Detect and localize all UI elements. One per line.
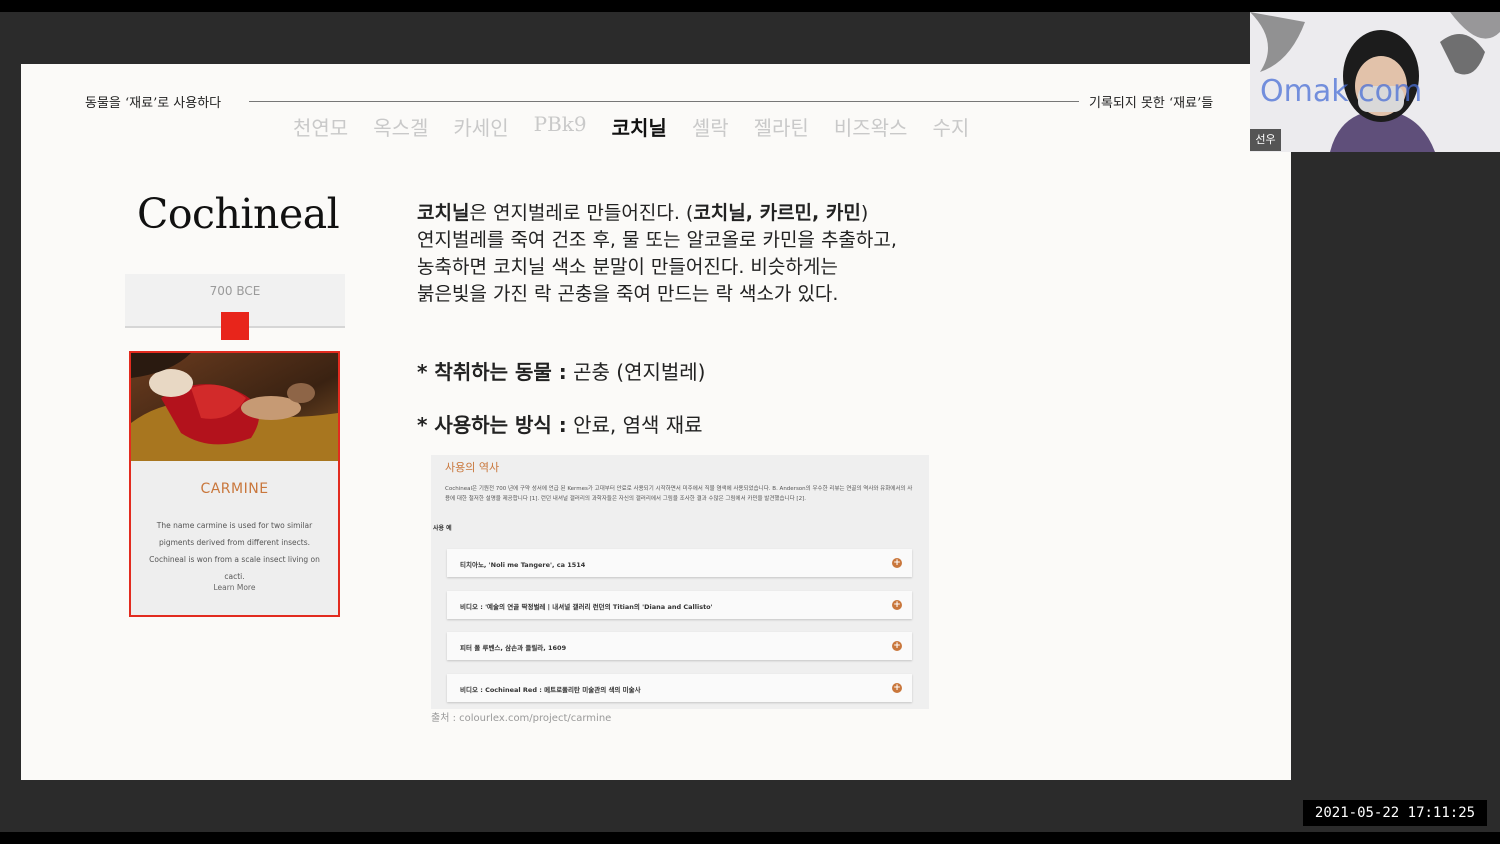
tab-natural-hair[interactable]: 천연모 (293, 112, 348, 141)
tab-ox-gall[interactable]: 옥스겔 (373, 112, 428, 141)
plus-icon[interactable]: + (892, 683, 902, 693)
carmine-card[interactable]: CARMINE The name carmine is used for two… (129, 351, 340, 617)
source-caption: 출처 : colourlex.com/project/carmine (431, 713, 612, 724)
tab-gelatin[interactable]: 젤라틴 (754, 112, 809, 141)
learn-more-link[interactable]: Learn More (131, 583, 338, 592)
timeline: 700 BCE (125, 274, 345, 340)
body-line-4: 붉은빛을 가진 락 곤충을 죽여 만드는 락 색소가 있다. (417, 283, 839, 305)
plus-icon[interactable]: + (892, 641, 902, 651)
material-tabs: 천연모 옥스겔 카세인 PBk9 코치닐 셸락 젤라틴 비즈왁스 수지 (293, 112, 994, 141)
history-heading: 사용의 역사 (445, 461, 500, 474)
header-divider (249, 101, 1079, 102)
page-title: Cochineal (137, 190, 340, 238)
tab-cochineal[interactable]: 코치닐 (612, 112, 667, 141)
accordion-item[interactable]: 비디오 : Cochineal Red : 메트로폴리탄 미술관의 색의 미술사… (447, 674, 912, 702)
embedded-screenshot: 사용의 역사 Cochineal은 기원전 700 년에 구약 성서에 언급 된… (431, 455, 929, 709)
header-right: 기록되지 못한 ‘재료’들 (1089, 96, 1214, 111)
body-line-1: 코치닐은 연지벌레로 만들어진다. (코치닐, 카르민, 카민) (417, 202, 869, 224)
body-line-3: 농축하면 코치닐 색소 분말이 만들어진다. 비슷하게는 (417, 256, 838, 278)
timeline-label: 700 BCE (209, 284, 261, 298)
timeline-marker[interactable] (221, 312, 249, 340)
body-line-2: 연지벌레를 죽여 건조 후, 물 또는 알코올로 카민을 추출하고, (417, 229, 897, 251)
history-description: Cochineal은 기원전 700 년에 구약 성서에 언급 된 Kermes… (445, 486, 913, 502)
header-left: 동물을 ‘재료’로 사용하다 (85, 96, 222, 111)
body-text: 코치닐은 연지벌레로 만들어진다. (코치닐, 카르민, 카민) 연지벌레를 죽… (417, 200, 897, 308)
examples-subheading: 사용 예 (433, 525, 452, 532)
accordion-item[interactable]: 피터 폴 루벤스, 삼손과 들릴라, 1609 + (447, 632, 912, 660)
plus-icon[interactable]: + (892, 558, 902, 568)
webcam-overlay-text: Omak com (1260, 74, 1423, 109)
tab-resin[interactable]: 수지 (932, 112, 969, 141)
painting-image (131, 353, 338, 461)
bottom-letterbox (0, 832, 1500, 844)
card-title: CARMINE (200, 481, 269, 497)
accordion-item[interactable]: 티치아노, 'Noli me Tangere', ca 1514 + (447, 549, 912, 577)
tab-casein[interactable]: 카세인 (453, 112, 508, 141)
bullet-usage-method: * 사용하는 방식 : 안료, 염색 재료 (417, 413, 703, 437)
plus-icon[interactable]: + (892, 600, 902, 610)
tab-beeswax[interactable]: 비즈왁스 (834, 112, 908, 141)
card-description: The name carmine is used for two similar… (149, 521, 320, 581)
painting-thumbnail-icon (131, 353, 338, 461)
recording-timestamp: 2021-05-22 17:11:25 (1303, 800, 1487, 826)
participant-name: 선우 (1250, 129, 1281, 151)
presentation-slide: 동물을 ‘재료’로 사용하다 기록되지 못한 ‘재료’들 천연모 옥스겔 카세인… (21, 64, 1291, 780)
tab-pbk9[interactable]: PBk9 (534, 112, 587, 141)
bullet-exploited-animal: * 착취하는 동물 : 곤충 (연지벌레) (417, 360, 706, 384)
tab-shellac[interactable]: 셸락 (692, 112, 729, 141)
webcam-video: Omak com (1250, 12, 1500, 152)
top-letterbox (0, 0, 1500, 12)
accordion-item[interactable]: 비디오 : '예술의 연골 딱정벌레 | 내셔널 갤러리 런던의 Titian의… (447, 591, 912, 619)
